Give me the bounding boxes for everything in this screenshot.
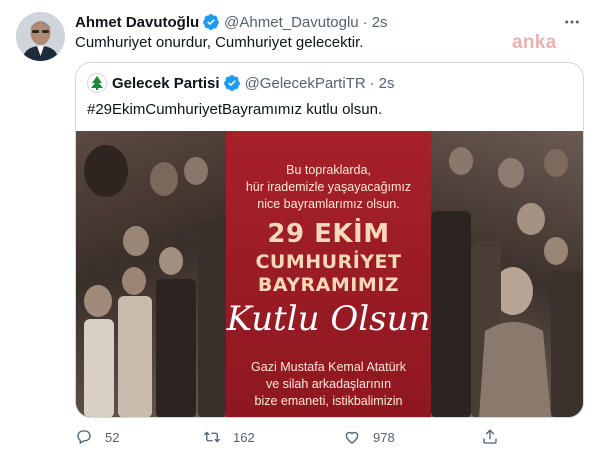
- watermark-logo: anka: [512, 32, 557, 53]
- quoted-author-name[interactable]: Gelecek Partisi: [112, 75, 220, 92]
- like-button[interactable]: 978: [343, 427, 395, 447]
- verified-badge-icon: [203, 14, 220, 30]
- avatar-photo-icon: [16, 12, 65, 61]
- retweet-count: 162: [233, 429, 255, 445]
- crowd-figures-icon: [84, 145, 226, 417]
- tweet-text: Cumhuriyet onurdur, Cumhuriyet gelecekti…: [75, 34, 364, 51]
- banner-line: Bu topraklarda,: [286, 163, 371, 177]
- banner-headline: CUMHURİYET: [255, 251, 402, 273]
- banner-line: bize emaneti, istikbalimizin: [254, 394, 403, 408]
- retweet-icon: [204, 431, 220, 443]
- celebration-banner: Bu topraklarda, hür irademizle yaşayacağ…: [226, 131, 431, 417]
- party-logo-icon[interactable]: [87, 73, 107, 93]
- separator-dot: ·: [362, 13, 368, 31]
- crowd-figures-icon: [431, 147, 583, 417]
- tweet-header: Ahmet Davutoğlu @Ahmet_Davutoglu · 2s: [75, 12, 387, 32]
- photo-crowd-left: [76, 131, 226, 417]
- quoted-author-handle[interactable]: @GelecekPartiTR: [245, 75, 366, 92]
- reply-icon: [77, 430, 91, 445]
- share-button[interactable]: [481, 427, 511, 447]
- quoted-tweet-time[interactable]: 2s: [379, 75, 395, 92]
- tweet[interactable]: Ahmet Davutoğlu @Ahmet_Davutoglu · 2s Cu…: [0, 0, 598, 454]
- banner-script: Kutlu Olsun: [226, 299, 431, 339]
- banner-line: hür irademizle yaşayacağımız: [245, 180, 412, 194]
- tweet-actions: 52 162 978: [75, 427, 515, 447]
- author-handle[interactable]: @Ahmet_Davutoglu: [224, 14, 358, 31]
- separator-dot: ·: [369, 74, 375, 92]
- tree-icon: [91, 76, 103, 90]
- banner-line: nice bayramlarımız olsun.: [257, 197, 400, 211]
- quoted-tweet-header: Gelecek Partisi @GelecekPartiTR · 2s: [87, 73, 395, 93]
- reply-button[interactable]: 52: [75, 427, 119, 447]
- quoted-tweet[interactable]: Gelecek Partisi @GelecekPartiTR · 2s #29…: [75, 62, 584, 418]
- author-avatar[interactable]: [16, 12, 65, 61]
- banner-line: ve silah arkadaşlarının: [265, 377, 392, 391]
- author-name[interactable]: Ahmet Davutoğlu: [75, 14, 199, 31]
- tweet-time[interactable]: 2s: [372, 14, 388, 31]
- more-dots-icon: [565, 20, 579, 24]
- quoted-tweet-text: #29EkimCumhuriyetBayramımız kutlu olsun.: [87, 101, 383, 118]
- retweet-button[interactable]: 162: [203, 427, 255, 447]
- share-icon: [483, 429, 497, 444]
- more-options-icon[interactable]: [562, 12, 582, 32]
- reply-count: 52: [105, 429, 120, 445]
- banner-line: Gazi Mustafa Kemal Atatürk: [251, 360, 406, 374]
- banner-headline: BAYRAMIMIZ: [257, 274, 400, 296]
- quoted-tweet-image[interactable]: Bu topraklarda, hür irademizle yaşayacağ…: [76, 131, 583, 417]
- verified-badge-icon: [223, 75, 240, 91]
- like-count: 978: [373, 429, 395, 445]
- photo-ataturk-right: [431, 131, 583, 417]
- banner-headline: 29 EKİM: [267, 219, 390, 249]
- like-icon: [345, 431, 359, 444]
